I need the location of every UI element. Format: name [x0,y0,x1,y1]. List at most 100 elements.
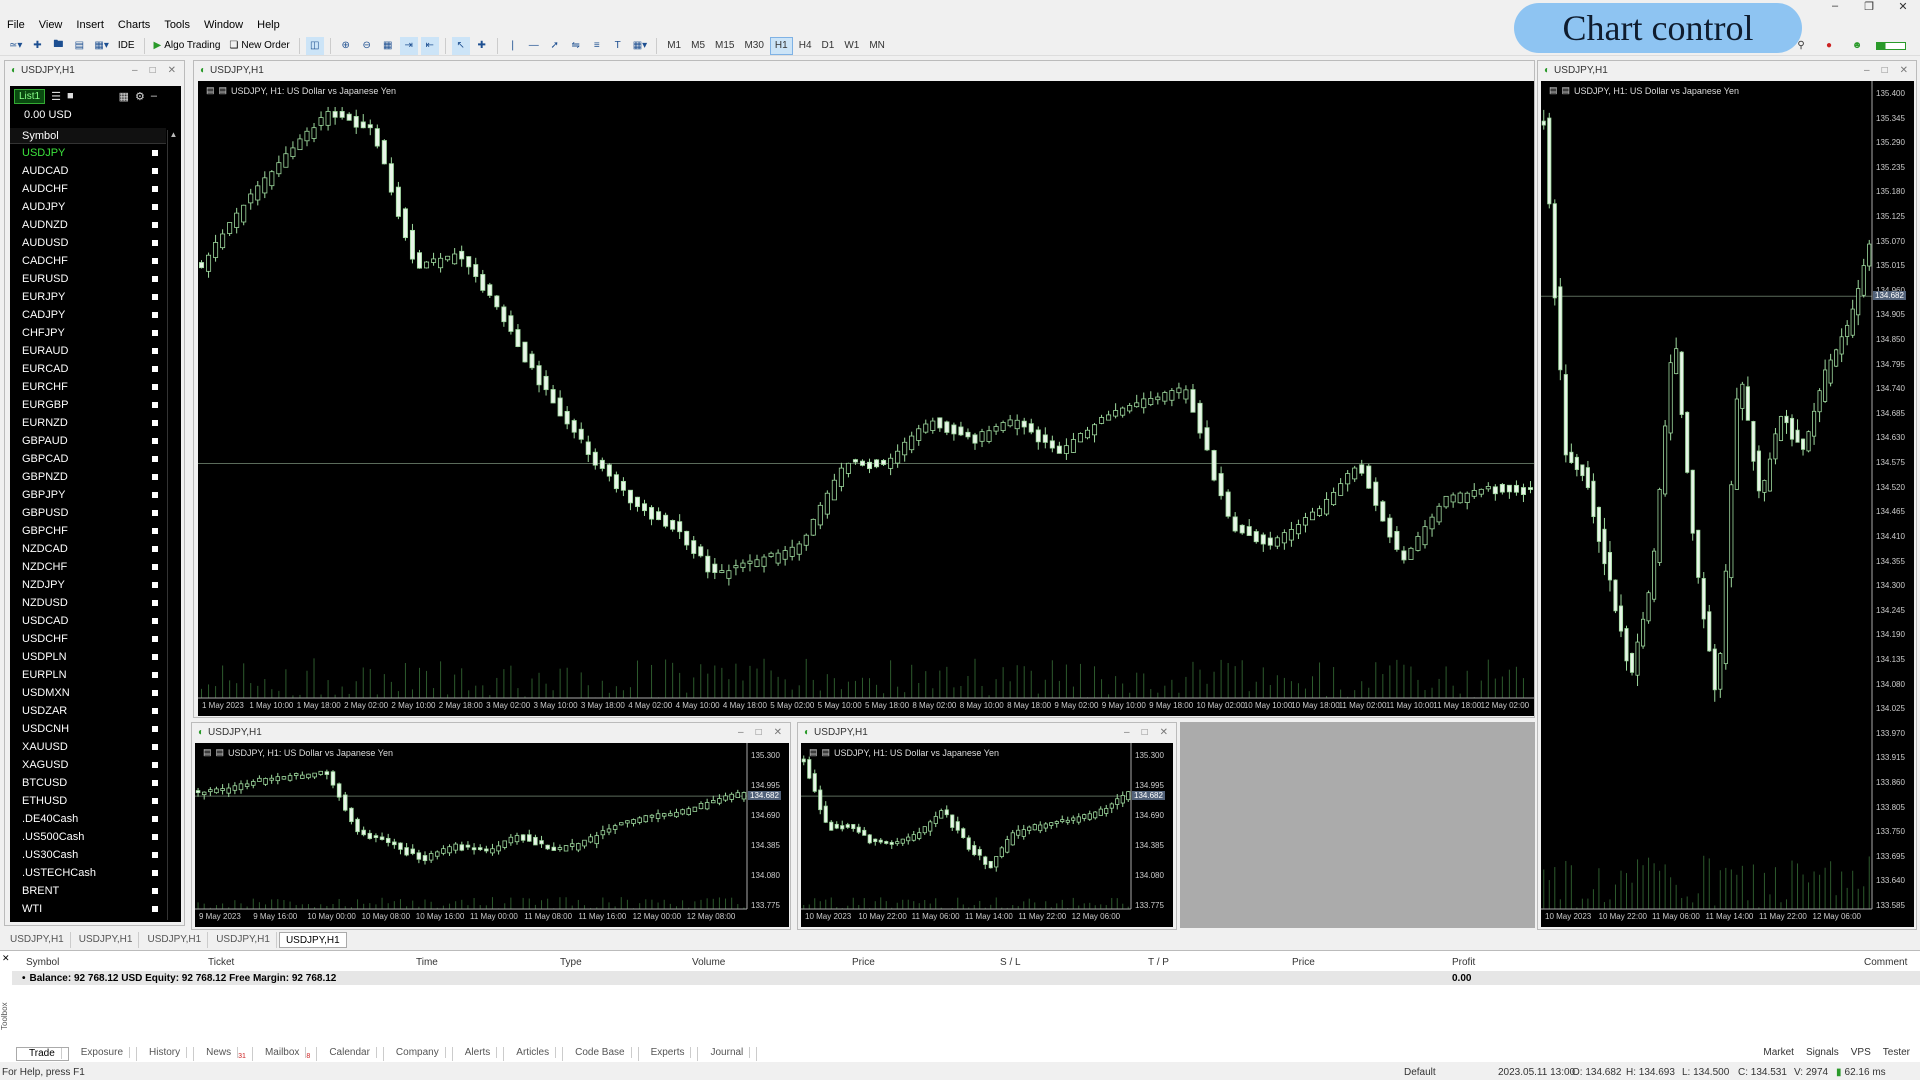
menu-item-charts[interactable]: Charts [111,19,157,31]
symbol-row[interactable]: EURPLN [10,666,166,684]
symbol-row[interactable]: EURGBP [10,396,166,414]
close-icon[interactable]: ✕ [774,727,782,738]
toolbox-link-tester[interactable]: Tester [1883,1047,1910,1058]
toolbox-tab-exposure[interactable]: Exposure [69,1047,138,1061]
symbol-row[interactable]: CHFJPY [10,324,166,342]
symbol-list-tab[interactable]: List1 [14,88,46,104]
symbol-row[interactable]: USDCAD [10,612,166,630]
timeframe-d1[interactable]: D1 [818,37,839,55]
symbol-row[interactable]: CADCHF [10,252,166,270]
timeframe-m15[interactable]: M15 [711,37,738,55]
toolbox-tab-news[interactable]: News 31 [194,1047,253,1061]
symbol-row[interactable]: WTI [10,900,166,918]
list-icon[interactable]: ☰ [51,90,61,103]
symbol-row[interactable]: EURCHF [10,378,166,396]
fibonacci-icon[interactable]: ≡ [588,37,606,55]
menu-item-file[interactable]: File [0,19,32,31]
symbol-row[interactable]: EURUSD [10,270,166,288]
menu-item-window[interactable]: Window [197,19,250,31]
symbol-row[interactable]: USDCHF [10,630,166,648]
symbol-row[interactable]: ETHUSD [10,792,166,810]
symbol-row[interactable]: NZDJPY [10,576,166,594]
timeframe-m30[interactable]: M30 [740,37,767,55]
crosshair-icon[interactable]: ✚ [473,37,491,55]
templates-icon[interactable]: ▦▾ [91,37,111,55]
user-icon[interactable]: ☻ [1848,37,1866,55]
toolbox-link-signals[interactable]: Signals [1806,1047,1839,1058]
close-icon[interactable]: ✕ [168,65,176,76]
gear-icon[interactable]: ⚙ [135,90,145,103]
symbol-row[interactable]: GBPNZD [10,468,166,486]
symbol-row[interactable]: XAGUSD [10,756,166,774]
toolbox-tab-company[interactable]: Company [384,1047,453,1061]
column-header[interactable]: Type [560,957,582,968]
symbol-row[interactable]: .US30Cash [10,846,166,864]
chart-shift-icon[interactable]: ⇤ [420,36,439,55]
minimize-icon[interactable]: – [738,727,744,738]
toolbox-tab-alerts[interactable]: Alerts [453,1047,505,1061]
symbol-row[interactable]: .DE40Cash [10,810,166,828]
symbol-row[interactable]: NZDUSD [10,594,166,612]
chart-tab[interactable]: USDJPY,H1 [4,932,71,948]
small-chart-2-area[interactable]: ▤ ▤ USDJPY, H1: US Dollar vs Japanese Yen … [801,743,1173,927]
trend-line-icon[interactable]: ➚ [546,37,564,55]
column-header[interactable]: Ticket [208,957,234,968]
symbol-row[interactable]: EURNZD [10,414,166,432]
autoscroll-icon[interactable]: ⇥ [399,36,418,55]
symbol-row[interactable]: CADJPY [10,306,166,324]
symbol-row[interactable]: GBPAUD [10,432,166,450]
timeframe-mn[interactable]: MN [865,37,889,55]
algo-trading-button[interactable]: ▶ Algo Trading [151,37,224,55]
symbol-row[interactable]: GBPCAD [10,450,166,468]
column-header[interactable]: Price [852,957,875,968]
symbol-row[interactable]: XAUUSD [10,738,166,756]
zoom-out-icon[interactable]: ⊖ [358,37,376,55]
column-header[interactable]: Volume [692,957,725,968]
text-icon[interactable]: T [609,37,627,55]
toolbox-tab-mailbox[interactable]: Mailbox 8 [253,1047,318,1061]
toolbox-tab-history[interactable]: History [137,1047,195,1061]
profiles-icon[interactable]: ▤ [70,37,88,55]
symbol-row[interactable]: NZDCHF [10,558,166,576]
symbol-row[interactable]: USDMXN [10,684,166,702]
symbol-row[interactable]: GBPCHF [10,522,166,540]
symbol-row[interactable]: EURCAD [10,360,166,378]
symbol-row[interactable]: EURAUD [10,342,166,360]
new-order-button[interactable]: ❏ New Order [226,37,292,55]
bookmark-icon[interactable]: ■ [67,90,74,102]
timeframe-m1[interactable]: M1 [663,37,685,55]
menu-item-tools[interactable]: Tools [157,19,197,31]
vertical-line-icon[interactable]: ❘ [504,37,522,55]
column-header[interactable]: Time [416,957,438,968]
symbol-list-scrollbar[interactable]: ▲ [167,130,179,920]
horizontal-line-icon[interactable]: — [525,37,543,55]
symbol-row[interactable]: USDCNH [10,720,166,738]
symbol-row[interactable]: USDPLN [10,648,166,666]
toolbox-tab-calendar[interactable]: Calendar [317,1047,384,1061]
ide-button[interactable]: IDE [115,37,138,55]
menu-item-view[interactable]: View [32,19,70,31]
symbol-row[interactable]: USDZAR [10,702,166,720]
chart-tab[interactable]: USDJPY,H1 [278,932,347,948]
expand-icon[interactable]: ▦ [119,90,129,103]
maximize-icon[interactable]: □ [756,727,762,738]
maximize-icon[interactable]: □ [1142,727,1148,738]
symbol-row[interactable]: GBPJPY [10,486,166,504]
symbol-row[interactable]: AUDCHF [10,180,166,198]
chart-tab[interactable]: USDJPY,H1 [73,932,140,948]
symbol-row[interactable]: AUDUSD [10,234,166,252]
symbol-row[interactable]: .US500Cash [10,828,166,846]
minimize-icon[interactable]: – [132,65,138,76]
symbol-row[interactable]: AUDJPY [10,198,166,216]
chart-tab[interactable]: USDJPY,H1 [141,932,209,948]
zoom-in-icon[interactable]: ⊕ [337,37,355,55]
symbol-row[interactable]: BTCUSD [10,774,166,792]
column-header[interactable]: T / P [1148,957,1169,968]
timeframe-m5[interactable]: M5 [687,37,709,55]
close-icon[interactable]: ✕ [1900,65,1908,76]
right-chart-area[interactable]: ▤ ▤ USDJPY, H1: US Dollar vs Japanese Yen … [1541,81,1914,927]
cursor-icon[interactable]: ↖ [451,36,470,55]
candles-icon[interactable]: ◫ [305,36,324,55]
symbol-row[interactable]: NZDCAD [10,540,166,558]
shapes-icon[interactable]: ▦▾ [630,37,650,55]
